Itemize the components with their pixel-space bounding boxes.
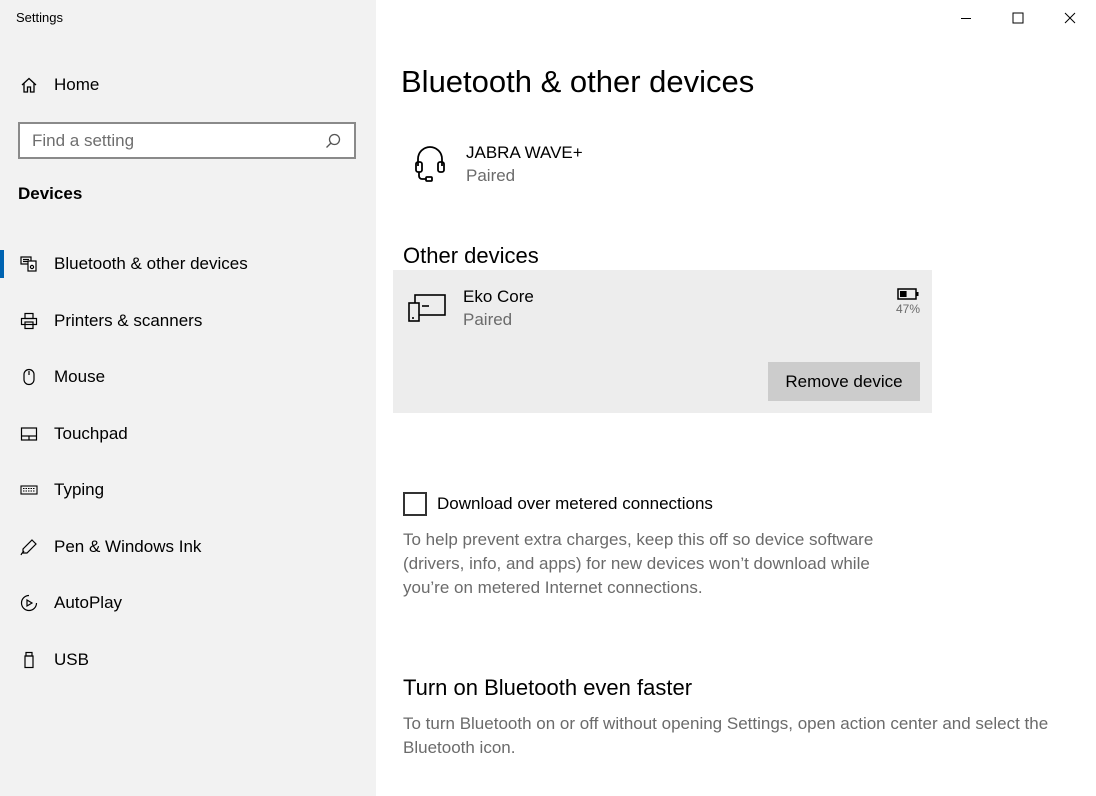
sidebar-item-label: USB [54, 649, 89, 669]
sidebar-item-typing[interactable]: Typing [0, 462, 376, 519]
home-nav-item[interactable]: Home [18, 70, 99, 100]
home-label: Home [54, 75, 100, 94]
paired-device-headset[interactable]: JABRA WAVE+ Paired [410, 142, 583, 188]
sidebar-item-label: Pen & Windows Ink [54, 536, 202, 556]
headset-icon [410, 142, 450, 186]
main-content: Bluetooth & other devices JABRA WAVE+ Pa… [376, 0, 1096, 796]
faster-bluetooth-title: Turn on Bluetooth even faster [403, 675, 693, 700]
sidebar: Settings Home Devices Bluetooth & other [0, 0, 376, 796]
pen-icon [18, 536, 40, 558]
sidebar-item-label: Printers & scanners [54, 310, 203, 330]
sidebar-item-bluetooth[interactable]: Bluetooth & other devices [0, 236, 376, 293]
battery-indicator: 47% [896, 288, 920, 316]
app-title: Settings [16, 10, 63, 25]
faster-bluetooth-text: To turn Bluetooth on or off without open… [403, 714, 1049, 757]
device-status: Paired [463, 310, 513, 329]
device-name: JABRA WAVE+ [466, 143, 583, 162]
search-box[interactable] [18, 122, 356, 159]
search-icon[interactable] [324, 132, 342, 150]
home-icon [18, 74, 40, 96]
sidebar-item-label: Bluetooth & other devices [54, 254, 248, 274]
device-icon [407, 286, 447, 330]
mouse-icon [18, 366, 40, 388]
keyboard-icon [18, 479, 40, 501]
usb-icon [18, 649, 40, 671]
battery-icon [897, 288, 919, 300]
other-devices-title: Other devices [403, 243, 539, 268]
bluetooth-devices-icon [18, 253, 40, 275]
sidebar-item-printers[interactable]: Printers & scanners [0, 293, 376, 350]
page-title: Bluetooth & other devices [401, 64, 755, 99]
sidebar-item-usb[interactable]: USB [0, 632, 376, 689]
sidebar-item-label: Touchpad [54, 423, 128, 443]
metered-download-option[interactable]: Download over metered connections [403, 492, 713, 516]
touchpad-icon [18, 423, 40, 445]
device-name: Eko Core [463, 287, 534, 306]
metered-download-label: Download over metered connections [437, 494, 713, 513]
metered-help-text: To help prevent extra charges, keep this… [403, 530, 874, 597]
metered-download-checkbox[interactable] [403, 492, 427, 516]
other-device-panel[interactable]: Eko Core Paired 47% Remove device [393, 270, 932, 413]
section-title: Devices [18, 184, 83, 203]
autoplay-icon [18, 592, 40, 614]
battery-percentage: 47% [895, 302, 920, 316]
sidebar-item-mouse[interactable]: Mouse [0, 349, 376, 406]
sidebar-item-label: Mouse [54, 367, 106, 387]
device-status: Paired [466, 166, 516, 185]
sidebar-nav: Bluetooth & other devices Printers & sca… [0, 236, 376, 688]
sidebar-item-label: AutoPlay [54, 593, 123, 613]
search-input[interactable] [32, 130, 324, 151]
other-device-eko: Eko Core Paired [407, 286, 534, 332]
sidebar-item-pen[interactable]: Pen & Windows Ink [0, 519, 376, 576]
sidebar-item-label: Typing [54, 480, 105, 500]
sidebar-item-touchpad[interactable]: Touchpad [0, 406, 376, 463]
remove-device-button[interactable]: Remove device [768, 362, 920, 401]
printer-icon [18, 310, 40, 332]
sidebar-item-autoplay[interactable]: AutoPlay [0, 575, 376, 632]
